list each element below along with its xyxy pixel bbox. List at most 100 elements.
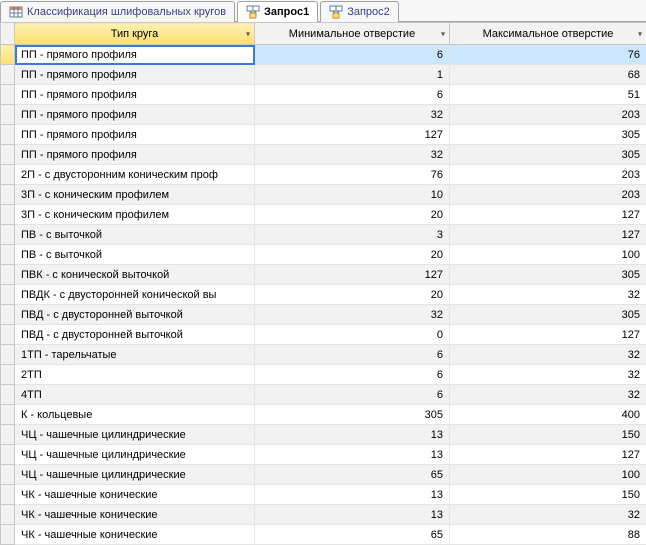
- cell-type[interactable]: ПП - прямого профиля: [15, 125, 255, 145]
- cell-min[interactable]: 305: [255, 405, 450, 425]
- row-selector[interactable]: [1, 45, 15, 65]
- table-row[interactable]: ЧЦ - чашечные цилиндрические13150: [1, 425, 646, 445]
- row-selector[interactable]: [1, 245, 15, 265]
- table-row[interactable]: ЧЦ - чашечные цилиндрические65100: [1, 465, 646, 485]
- table-row[interactable]: 3П - с коническим профилем10203: [1, 185, 646, 205]
- cell-min[interactable]: 127: [255, 265, 450, 285]
- cell-max[interactable]: 305: [450, 145, 646, 165]
- row-selector[interactable]: [1, 445, 15, 465]
- cell-max[interactable]: 68: [450, 65, 646, 85]
- table-row[interactable]: ЧЦ - чашечные цилиндрические13127: [1, 445, 646, 465]
- cell-min[interactable]: 6: [255, 385, 450, 405]
- cell-type[interactable]: ПП - прямого профиля: [15, 45, 255, 65]
- row-selector[interactable]: [1, 85, 15, 105]
- cell-type[interactable]: ПВД - с двусторонней выточкой: [15, 325, 255, 345]
- chevron-down-icon[interactable]: ▾: [638, 29, 642, 38]
- cell-type[interactable]: ПП - прямого профиля: [15, 85, 255, 105]
- table-row[interactable]: ПП - прямого профиля676: [1, 45, 646, 65]
- row-selector[interactable]: [1, 265, 15, 285]
- tab-0[interactable]: Классификация шлифовальных кругов: [0, 1, 235, 22]
- cell-min[interactable]: 32: [255, 145, 450, 165]
- row-selector[interactable]: [1, 285, 15, 305]
- cell-min[interactable]: 6: [255, 345, 450, 365]
- cell-max[interactable]: 127: [450, 205, 646, 225]
- cell-max[interactable]: 100: [450, 245, 646, 265]
- cell-min[interactable]: 65: [255, 465, 450, 485]
- row-selector[interactable]: [1, 525, 15, 545]
- cell-type[interactable]: 2ТП: [15, 365, 255, 385]
- cell-min[interactable]: 6: [255, 45, 450, 65]
- cell-type[interactable]: 1ТП - тарельчатые: [15, 345, 255, 365]
- cell-max[interactable]: 88: [450, 525, 646, 545]
- row-selector[interactable]: [1, 165, 15, 185]
- cell-type[interactable]: 3П - с коническим профилем: [15, 205, 255, 225]
- table-row[interactable]: ЧК - чашечные конические6588: [1, 525, 646, 545]
- tab-2[interactable]: Запрос2: [320, 1, 399, 22]
- row-selector[interactable]: [1, 345, 15, 365]
- cell-type[interactable]: 4ТП: [15, 385, 255, 405]
- cell-max[interactable]: 127: [450, 445, 646, 465]
- tab-1[interactable]: Запрос1: [237, 1, 318, 22]
- row-selector[interactable]: [1, 205, 15, 225]
- table-row[interactable]: ПП - прямого профиля651: [1, 85, 646, 105]
- row-selector[interactable]: [1, 465, 15, 485]
- cell-type[interactable]: ПП - прямого профиля: [15, 105, 255, 125]
- column-header-0[interactable]: Тип круга▾: [15, 23, 255, 45]
- cell-type[interactable]: ЧЦ - чашечные цилиндрические: [15, 445, 255, 465]
- cell-type[interactable]: ЧЦ - чашечные цилиндрические: [15, 425, 255, 445]
- cell-min[interactable]: 13: [255, 505, 450, 525]
- row-selector[interactable]: [1, 365, 15, 385]
- table-row[interactable]: ЧК - чашечные конические13150: [1, 485, 646, 505]
- cell-max[interactable]: 32: [450, 505, 646, 525]
- cell-max[interactable]: 51: [450, 85, 646, 105]
- cell-max[interactable]: 305: [450, 265, 646, 285]
- cell-type[interactable]: ПВК - с конической выточкой: [15, 265, 255, 285]
- row-selector[interactable]: [1, 405, 15, 425]
- cell-type[interactable]: ПВ - с выточкой: [15, 225, 255, 245]
- row-selector[interactable]: [1, 485, 15, 505]
- row-selector[interactable]: [1, 305, 15, 325]
- cell-min[interactable]: 127: [255, 125, 450, 145]
- table-row[interactable]: ПП - прямого профиля32305: [1, 145, 646, 165]
- row-selector[interactable]: [1, 425, 15, 445]
- cell-max[interactable]: 203: [450, 105, 646, 125]
- cell-max[interactable]: 32: [450, 385, 646, 405]
- cell-min[interactable]: 6: [255, 85, 450, 105]
- cell-min[interactable]: 13: [255, 425, 450, 445]
- cell-min[interactable]: 0: [255, 325, 450, 345]
- cell-min[interactable]: 20: [255, 285, 450, 305]
- table-row[interactable]: ПВД - с двусторонней выточкой32305: [1, 305, 646, 325]
- row-selector[interactable]: [1, 105, 15, 125]
- cell-type[interactable]: ПВДК - с двусторонней конической вы: [15, 285, 255, 305]
- cell-type[interactable]: ПП - прямого профиля: [15, 65, 255, 85]
- cell-min[interactable]: 32: [255, 105, 450, 125]
- cell-max[interactable]: 127: [450, 225, 646, 245]
- cell-max[interactable]: 305: [450, 305, 646, 325]
- cell-max[interactable]: 100: [450, 465, 646, 485]
- table-row[interactable]: 1ТП - тарельчатые632: [1, 345, 646, 365]
- table-row[interactable]: ПП - прямого профиля168: [1, 65, 646, 85]
- cell-max[interactable]: 150: [450, 485, 646, 505]
- cell-max[interactable]: 400: [450, 405, 646, 425]
- cell-min[interactable]: 3: [255, 225, 450, 245]
- cell-max[interactable]: 32: [450, 285, 646, 305]
- column-header-1[interactable]: Минимальное отверстие▾: [255, 23, 450, 45]
- table-row[interactable]: ПВД - с двусторонней выточкой0127: [1, 325, 646, 345]
- cell-type[interactable]: ЧК - чашечные конические: [15, 525, 255, 545]
- select-all-rows[interactable]: [1, 23, 15, 45]
- table-row[interactable]: ПП - прямого профиля32203: [1, 105, 646, 125]
- cell-min[interactable]: 76: [255, 165, 450, 185]
- cell-type[interactable]: ПВД - с двусторонней выточкой: [15, 305, 255, 325]
- row-selector[interactable]: [1, 65, 15, 85]
- table-row[interactable]: 4ТП632: [1, 385, 646, 405]
- cell-min[interactable]: 13: [255, 445, 450, 465]
- row-selector[interactable]: [1, 125, 15, 145]
- cell-max[interactable]: 32: [450, 345, 646, 365]
- cell-min[interactable]: 6: [255, 365, 450, 385]
- cell-min[interactable]: 20: [255, 205, 450, 225]
- cell-min[interactable]: 13: [255, 485, 450, 505]
- table-row[interactable]: ПВДК - с двусторонней конической вы2032: [1, 285, 646, 305]
- cell-max[interactable]: 203: [450, 165, 646, 185]
- cell-max[interactable]: 32: [450, 365, 646, 385]
- cell-type[interactable]: ПП - прямого профиля: [15, 145, 255, 165]
